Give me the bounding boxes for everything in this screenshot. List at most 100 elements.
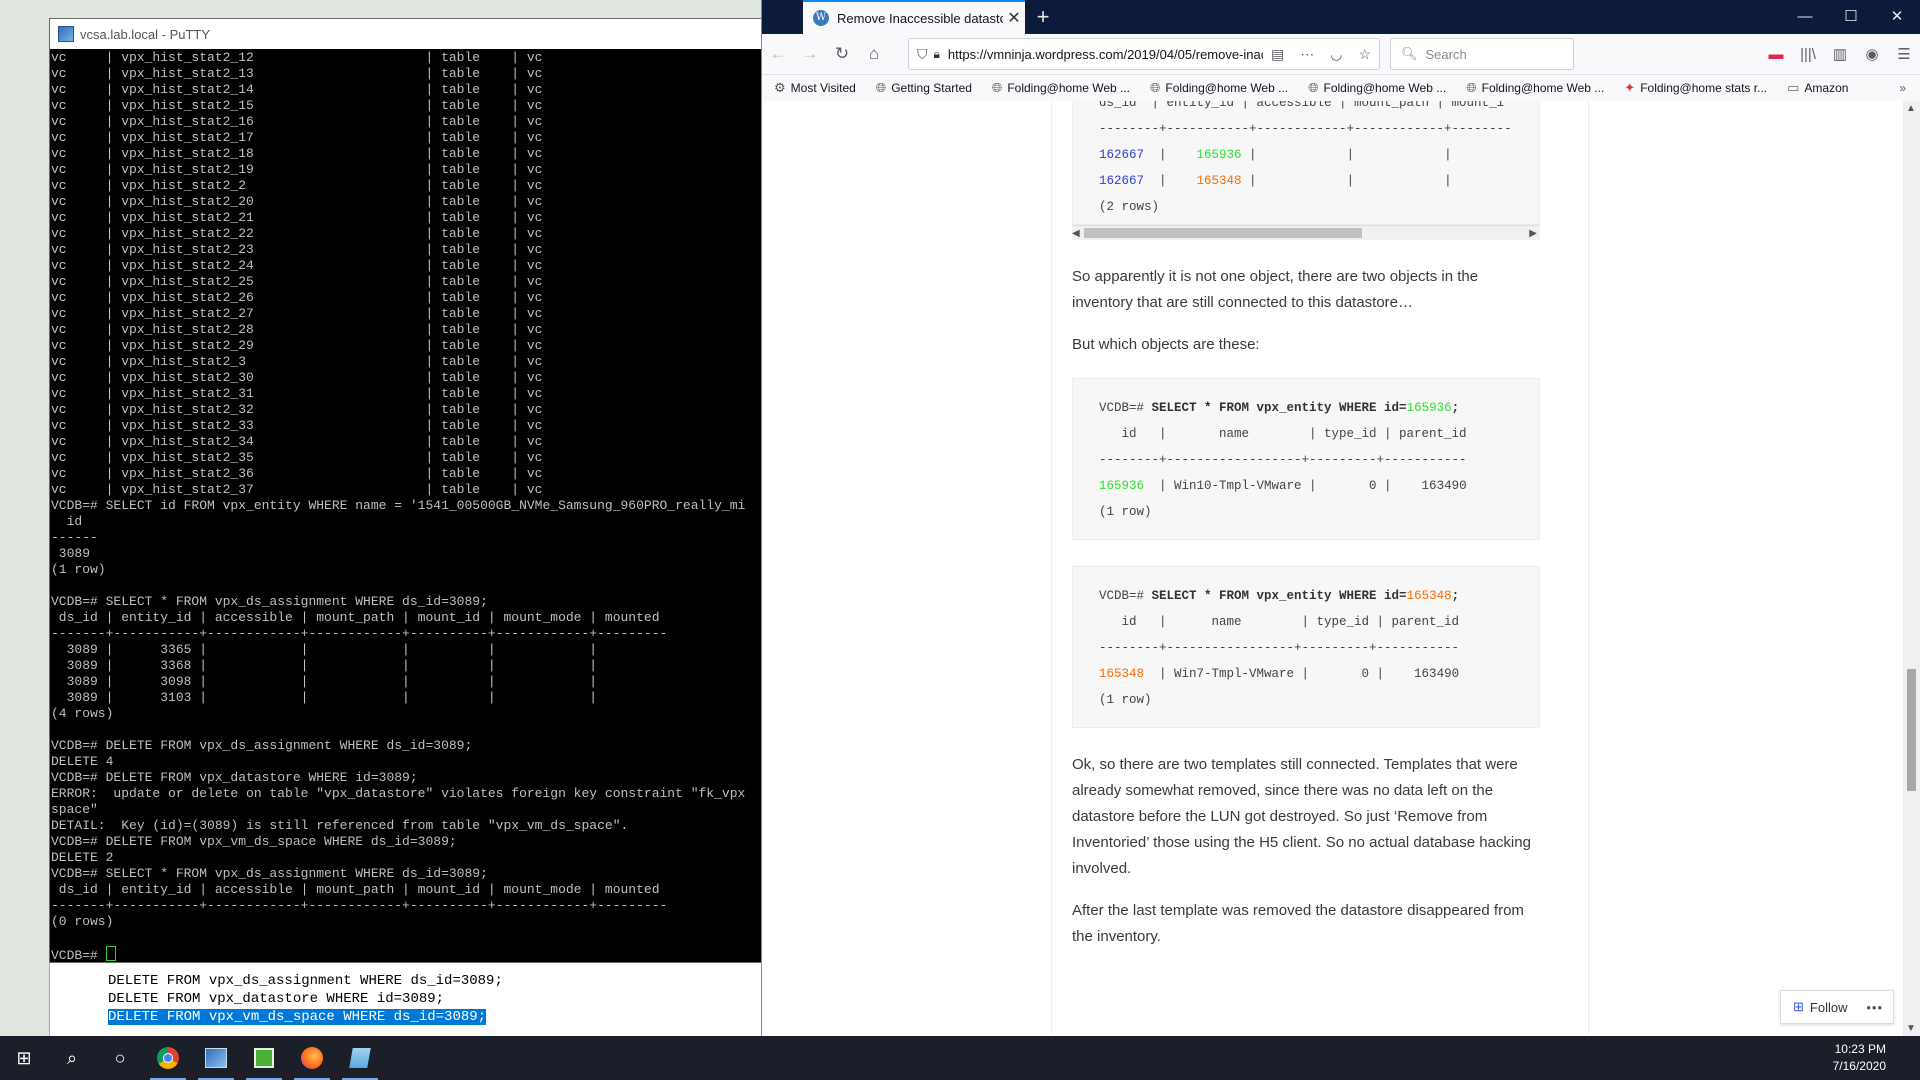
maximize-button[interactable]: ☐ — [1828, 0, 1874, 34]
nav-toolbar: ← → ↻ ⌂ ⛉ 🔒︎ https://vmninja.wordpress.c… — [762, 34, 1920, 75]
reload-button[interactable]: ↻ — [826, 38, 858, 70]
close-tab-icon[interactable]: ✕ — [1003, 8, 1025, 28]
url-bar[interactable]: ⛉ 🔒︎ https://vmninja.wordpress.com/2019/… — [908, 38, 1380, 70]
code-line: --------+-----------------+---------+---… — [1099, 641, 1460, 655]
more-options-icon[interactable]: ••• — [1866, 1000, 1883, 1015]
bookmarks-overflow-icon[interactable]: » — [1899, 81, 1906, 95]
bookmark-folding-3[interactable]: 🌐︎ Folding@home Web ... — [1308, 80, 1446, 96]
bookmark-amazon[interactable]: ▭ Amazon — [1787, 80, 1848, 96]
taskbar-firefox[interactable] — [288, 1036, 336, 1080]
terminal-line: vc | vpx_hist_stat2_20 | table | vc — [51, 194, 543, 209]
terminal-line: ds_id | entity_id | accessible | mount_p… — [51, 882, 660, 897]
system-clock[interactable]: 10:23 PM 7/16/2020 — [1833, 1041, 1886, 1075]
firefox-icon — [301, 1047, 323, 1069]
putty-icon — [205, 1048, 227, 1068]
bookmark-folding-2[interactable]: 🌐︎ Folding@home Web ... — [1150, 80, 1288, 96]
terminal-line: vc | vpx_hist_stat2_30 | table | vc — [51, 370, 543, 385]
toolbar-right: ▬ |||\ ▥ ◉ ☰ — [1760, 45, 1920, 64]
code-line: VCDB=# SELECT * FROM vpx_entity WHERE id… — [1099, 401, 1460, 415]
lastpass-icon[interactable]: ▬ — [1760, 46, 1792, 63]
bookmark-star-icon[interactable]: ☆ — [1358, 46, 1371, 63]
task-view-button[interactable]: ○ — [96, 1036, 144, 1080]
putty-window[interactable]: vcsa.lab.local - PuTTY vc | vpx_hist_sta… — [49, 18, 764, 963]
notepad-line[interactable]: DELETE FROM vpx_datastore WHERE id=3089; — [50, 990, 765, 1008]
vertical-scrollbar[interactable]: ▲ ▼ — [1903, 101, 1920, 1036]
library-icon[interactable]: |||\ — [1792, 46, 1824, 63]
account-icon[interactable]: ◉ — [1856, 45, 1888, 63]
search-button[interactable]: ⌕ — [48, 1036, 96, 1080]
url-text[interactable]: https://vmninja.wordpress.com/2019/04/05… — [948, 47, 1263, 62]
terminal-line: DETAIL: Key (id)=(3089) is still referen… — [51, 818, 629, 833]
scrollbar-thumb[interactable] — [1907, 669, 1916, 791]
code-block[interactable]: VCDB=# SELECT * FROM vpx_entity WHERE id… — [1072, 566, 1540, 728]
menu-icon[interactable]: ☰ — [1888, 45, 1920, 63]
close-window-button[interactable]: ✕ — [1874, 0, 1920, 34]
shield-icon[interactable]: ⛉ — [917, 46, 928, 63]
home-button[interactable]: ⌂ — [858, 38, 890, 70]
scroll-right-icon[interactable]: ▶ — [1529, 228, 1537, 239]
terminal-line: vc | vpx_hist_stat2_33 | table | vc — [51, 418, 543, 433]
chrome-icon — [157, 1047, 179, 1069]
terminal-line: vc | vpx_hist_stat2_22 | table | vc — [51, 226, 543, 241]
bookmark-folding-stats[interactable]: ✦ Folding@home stats r... — [1624, 80, 1767, 96]
pocket-icon[interactable]: ◡ — [1330, 46, 1342, 63]
start-button[interactable]: ⊞ — [0, 1036, 48, 1080]
bookmark-most-visited[interactable]: ⚙ Most Visited — [774, 80, 856, 96]
notepad-line[interactable]: DELETE FROM vpx_ds_assignment WHERE ds_i… — [50, 972, 765, 990]
terminal-line: VCDB=# — [50, 946, 763, 962]
page-content[interactable]: ds_id | entity_id | accessible | mount_p… — [762, 101, 1920, 1036]
reader-view-icon[interactable]: ▤ — [1271, 46, 1284, 63]
code-block[interactable]: VCDB=# SELECT * FROM vpx_entity WHERE id… — [1072, 378, 1540, 540]
terminal-output[interactable]: vc | vpx_hist_stat2_12 | table | vc vc | … — [50, 50, 763, 962]
code-block[interactable]: ds_id | entity_id | accessible | mount_p… — [1072, 101, 1540, 225]
tab-active[interactable]: W Remove Inaccessible datastore ✕ — [803, 0, 1025, 34]
back-button[interactable]: ← — [762, 38, 794, 70]
terminal-cursor — [105, 946, 116, 961]
window-controls: — ☐ ✕ — [1782, 0, 1920, 34]
terminal-line: vc | vpx_hist_stat2_12 | table | vc — [51, 50, 543, 65]
terminal-line: vc | vpx_hist_stat2_18 | table | vc — [51, 146, 543, 161]
terminal-line: (4 rows) — [51, 706, 114, 721]
taskbar-notepad[interactable] — [336, 1036, 384, 1080]
follow-button[interactable]: ⊞ Follow ••• — [1780, 990, 1894, 1024]
code-line: id | name | type_id | parent_id — [1099, 615, 1460, 629]
forward-button[interactable]: → — [794, 38, 826, 70]
bookmark-folding-4[interactable]: 🌐︎ Folding@home Web ... — [1466, 80, 1604, 96]
code-line: VCDB=# SELECT * FROM vpx_entity WHERE id… — [1099, 589, 1460, 603]
globe-icon: 🌐︎ — [1150, 80, 1161, 95]
paragraph: After the last template was removed the … — [1072, 902, 1524, 945]
bookmark-folding-1[interactable]: 🌐︎ Folding@home Web ... — [992, 80, 1130, 96]
globe-icon: 🌐︎ — [1308, 80, 1319, 95]
taskbar-app-green[interactable] — [240, 1036, 288, 1080]
scroll-left-icon[interactable]: ◀ — [1072, 228, 1080, 239]
notepad-line-selected[interactable]: DELETE FROM vpx_vm_ds_space WHERE ds_id=… — [50, 1008, 765, 1026]
code-line: --------+------------------+---------+--… — [1099, 453, 1467, 467]
minimize-button[interactable]: — — [1782, 0, 1828, 34]
bookmark-getting-started[interactable]: 🌐︎ Getting Started — [876, 80, 972, 96]
terminal-line: vc | vpx_hist_stat2_34 | table | vc — [51, 434, 543, 449]
putty-titlebar[interactable]: vcsa.lab.local - PuTTY — [50, 19, 763, 49]
sidebar-icon[interactable]: ▥ — [1824, 45, 1856, 63]
taskbar: ⊞ ⌕ ○ 10:23 PM 7/16/2020 — [0, 1036, 1920, 1080]
new-tab-button[interactable]: + — [1025, 0, 1061, 34]
terminal-line: 3089 — [51, 546, 91, 561]
app-icon — [254, 1048, 274, 1068]
firefox-window[interactable]: W Remove Inaccessible datastore ✕ + — ☐ … — [762, 0, 1920, 1036]
terminal-line: vc | vpx_hist_stat2_32 | table | vc — [51, 402, 543, 417]
search-input[interactable]: 🔍︎ Search — [1390, 38, 1574, 70]
scroll-up-icon[interactable]: ▲ — [1906, 103, 1916, 114]
scrollbar-thumb[interactable] — [1083, 228, 1362, 238]
taskbar-putty[interactable] — [192, 1036, 240, 1080]
horizontal-scrollbar[interactable]: ◀ ▶ — [1072, 225, 1540, 240]
terminal-line: vc | vpx_hist_stat2_28 | table | vc — [51, 322, 543, 337]
scroll-down-icon[interactable]: ▼ — [1906, 1023, 1916, 1034]
taskbar-chrome[interactable] — [144, 1036, 192, 1080]
page-actions-icon[interactable]: ⋯ — [1300, 46, 1314, 63]
lock-icon[interactable]: 🔒︎ — [934, 47, 940, 62]
windows-icon: ⊞ — [16, 1047, 32, 1068]
gear-icon: ⚙ — [774, 80, 786, 95]
follow-icon: ⊞ — [1793, 999, 1804, 1014]
terminal-line: vc | vpx_hist_stat2_25 | table | vc — [51, 274, 543, 289]
